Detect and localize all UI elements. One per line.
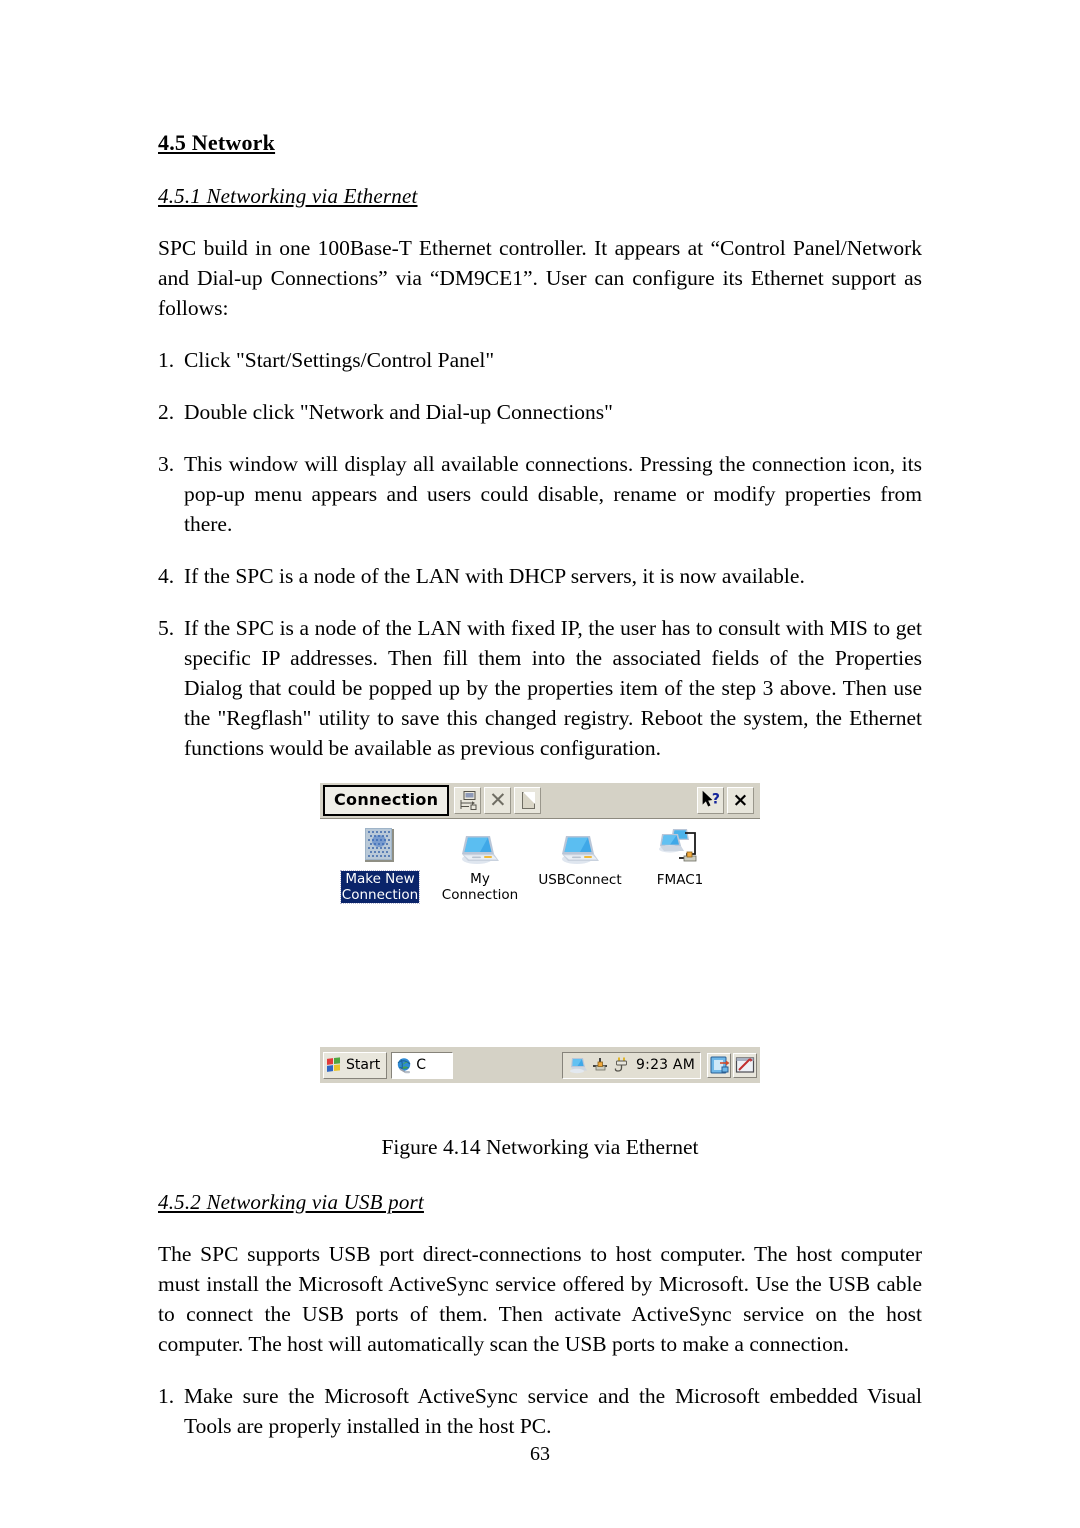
delete-glyph: ✕ bbox=[489, 788, 507, 812]
list-item-label: FMAC1 bbox=[656, 872, 704, 888]
start-button-label: Start bbox=[346, 1057, 381, 1073]
taskbar-task-button[interactable]: C bbox=[391, 1051, 454, 1079]
list-item-number: 5. bbox=[158, 616, 175, 640]
list-item[interactable]: FMAC1 bbox=[630, 825, 730, 888]
taskbar: Start C 9:23 AM bbox=[320, 1046, 760, 1083]
list-item-number: 3. bbox=[158, 452, 175, 476]
list-item-text: Double click "Network and Dial-up Connec… bbox=[184, 400, 613, 424]
dialup-connection-icon bbox=[430, 825, 530, 869]
taskbar-task-label: C bbox=[416, 1057, 426, 1073]
lan-connection-icon bbox=[630, 825, 730, 869]
list-item-number: 2. bbox=[158, 400, 175, 424]
context-help-glyph: ? bbox=[702, 790, 720, 808]
power-plug-icon[interactable] bbox=[612, 1056, 632, 1074]
taskbar-clock[interactable]: 9:23 AM bbox=[636, 1057, 695, 1073]
list-item-number: 4. bbox=[158, 564, 175, 588]
figure-caption: Figure 4.14 Networking via Ethernet bbox=[381, 1135, 699, 1159]
document-page: 4.5 Network 4.5.1 Networking via Etherne… bbox=[0, 0, 1080, 1528]
network-globe-icon bbox=[397, 1057, 411, 1073]
create-connection-glyph bbox=[460, 791, 477, 810]
desktop-switch-glyph bbox=[710, 1056, 730, 1073]
close-icon: × bbox=[732, 789, 749, 811]
svg-text:?: ? bbox=[712, 792, 720, 808]
page-content: 4.5 Network 4.5.1 Networking via Etherne… bbox=[158, 0, 922, 1441]
list-item: 5. If the SPC is a node of the LAN with … bbox=[158, 591, 922, 763]
list-item-number: 1. bbox=[158, 348, 175, 372]
page-number: 63 bbox=[530, 1443, 550, 1465]
properties-glyph bbox=[522, 792, 536, 809]
list-item: 1. Make sure the Microsoft ActiveSync se… bbox=[158, 1359, 922, 1441]
list-item-text: If the SPC is a node of the LAN with fix… bbox=[184, 616, 922, 760]
desktop-switch-icon[interactable] bbox=[707, 1052, 731, 1078]
connection-icon-list: Make New Connection My Connection USBCon… bbox=[320, 819, 760, 904]
dialup-connection-icon bbox=[530, 825, 630, 869]
system-tray: 9:23 AM bbox=[562, 1051, 701, 1079]
input-panel-glyph bbox=[735, 1056, 755, 1073]
list-item: 1. Click "Start/Settings/Control Panel" bbox=[158, 323, 922, 375]
create-connection-icon[interactable] bbox=[454, 787, 482, 814]
make-new-connection-icon bbox=[330, 825, 430, 869]
intro-paragraph: SPC build in one 100Base-T Ethernet cont… bbox=[158, 236, 922, 320]
input-panel-icon[interactable] bbox=[733, 1052, 757, 1078]
list-item-text: Click "Start/Settings/Control Panel" bbox=[184, 348, 495, 372]
list-item-text: This window will display all available c… bbox=[184, 452, 922, 536]
usb-device-icon[interactable] bbox=[590, 1056, 610, 1074]
network-status-icon[interactable] bbox=[568, 1056, 588, 1074]
list-item-number: 1. bbox=[158, 1384, 175, 1408]
list-item: 3. This window will display all availabl… bbox=[158, 427, 922, 539]
delete-icon[interactable]: ✕ bbox=[484, 787, 512, 814]
windows-ce-screen: Connection ✕ ? × Make New Connection My … bbox=[320, 783, 760, 1121]
list-item[interactable]: USBConnect bbox=[530, 825, 630, 888]
usb-intro-paragraph: The SPC supports USB port direct-connect… bbox=[158, 1242, 922, 1356]
list-item-text: Make sure the Microsoft ActiveSync servi… bbox=[184, 1384, 922, 1438]
command-bar: Connection ✕ ? × bbox=[320, 783, 760, 819]
list-item: 4. If the SPC is a node of the LAN with … bbox=[158, 539, 922, 591]
list-item: 2. Double click "Network and Dial-up Con… bbox=[158, 375, 922, 427]
subsection-heading-4-5-1: 4.5.1 Networking via Ethernet bbox=[158, 184, 418, 208]
list-item-label: Make New Connection bbox=[339, 870, 421, 904]
windows-logo-icon bbox=[327, 1057, 342, 1073]
list-item-text: If the SPC is a node of the LAN with DHC… bbox=[184, 564, 805, 588]
list-item[interactable]: Make New Connection bbox=[330, 825, 430, 904]
context-help-icon[interactable]: ? bbox=[697, 787, 724, 814]
subsection-heading-4-5-2: 4.5.2 Networking via USB port bbox=[158, 1190, 424, 1214]
list-item-label: My Connection bbox=[441, 871, 519, 903]
close-button[interactable]: × bbox=[727, 787, 754, 814]
page-title: 4.5 Network bbox=[158, 130, 276, 155]
list-item-label: USBConnect bbox=[538, 872, 622, 888]
figure-image: Connection ✕ ? × Make New Connection My … bbox=[158, 763, 922, 1121]
start-button[interactable]: Start bbox=[323, 1051, 388, 1079]
properties-icon[interactable] bbox=[514, 787, 542, 814]
connections-area: Make New Connection My Connection USBCon… bbox=[320, 819, 760, 1083]
list-item[interactable]: My Connection bbox=[430, 825, 530, 903]
connection-menu-button[interactable]: Connection bbox=[323, 785, 450, 816]
